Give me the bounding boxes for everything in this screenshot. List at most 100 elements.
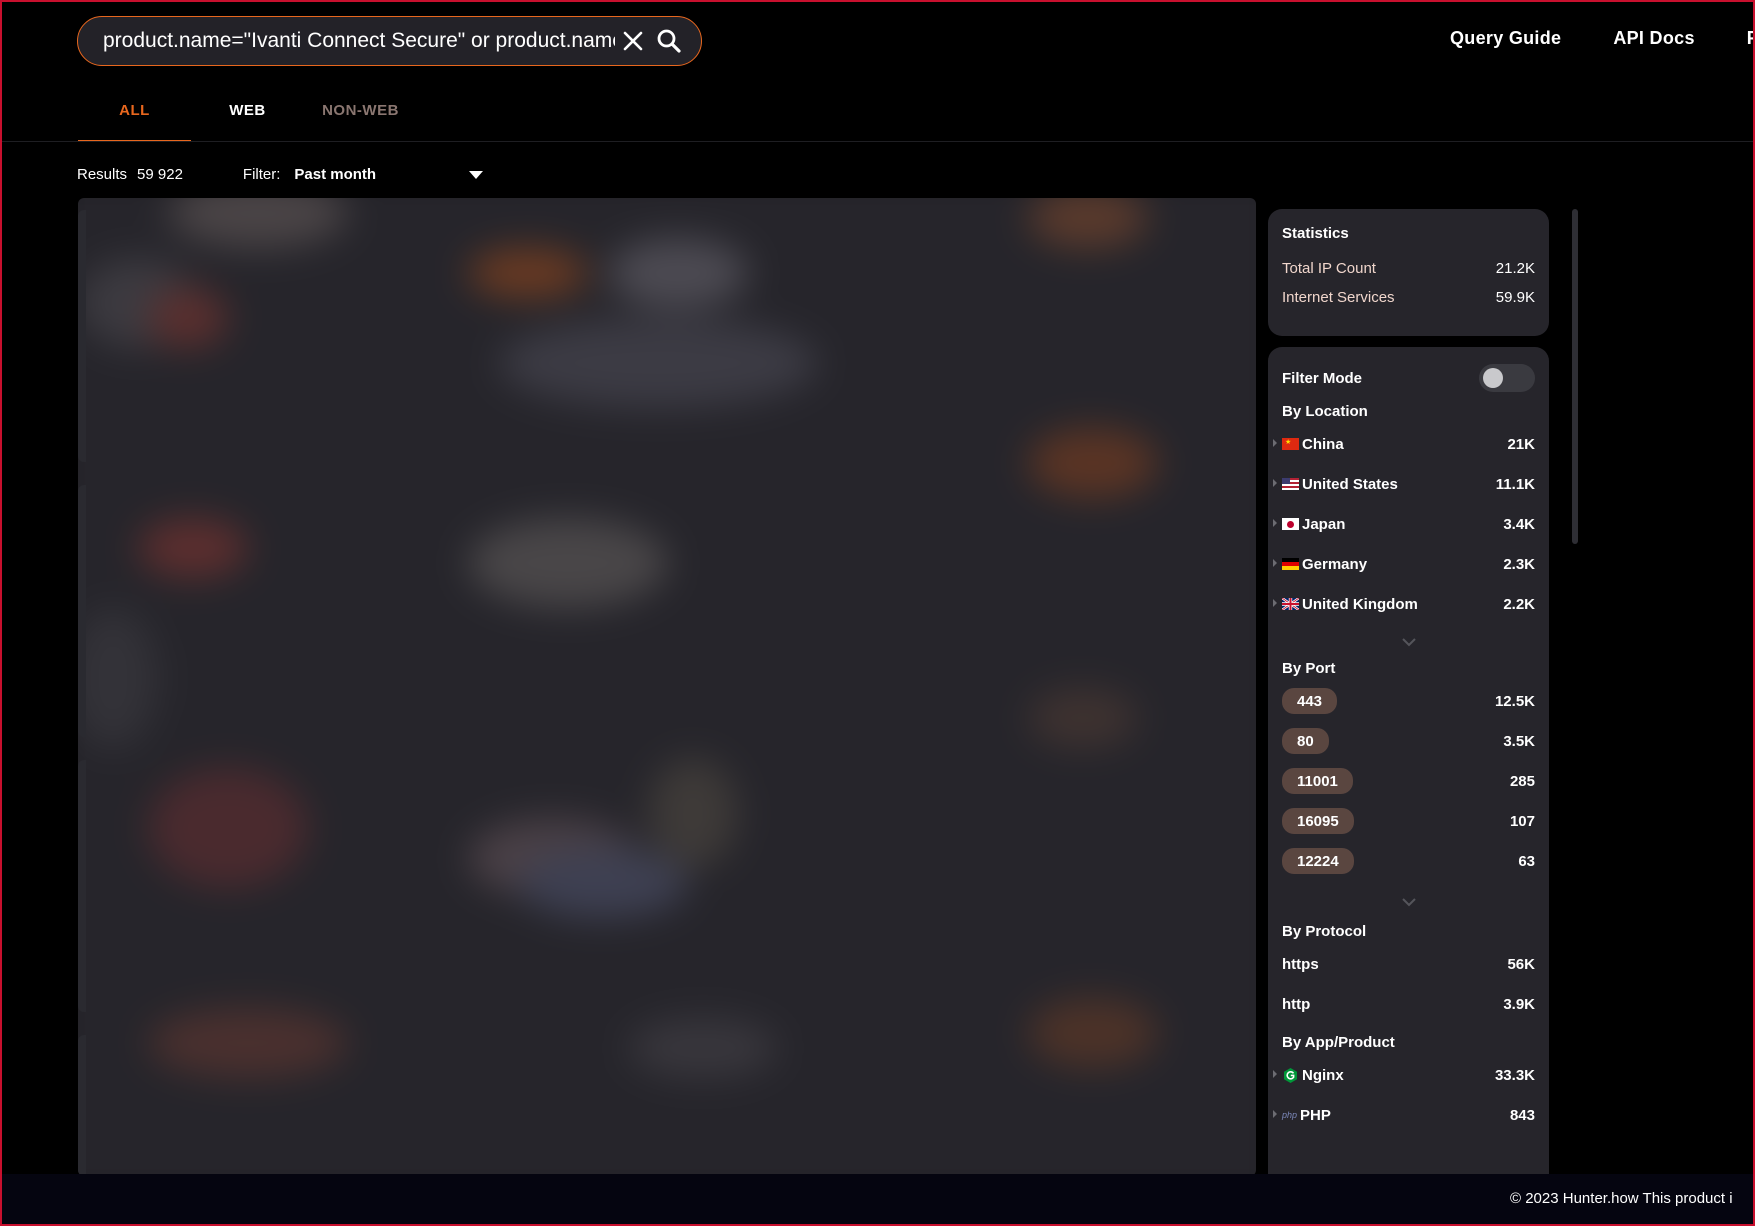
location-name: Japan	[1302, 515, 1346, 533]
port-item[interactable]: 11001 285	[1282, 761, 1535, 801]
port-count: 285	[1509, 772, 1535, 790]
top-nav: Query Guide API Docs F	[1450, 28, 1755, 49]
stat-row: Total IP Count 21.2K	[1282, 260, 1535, 277]
expand-arrow-icon[interactable]	[1273, 559, 1277, 567]
search-icon	[657, 29, 681, 53]
expand-arrow-icon[interactable]	[1273, 439, 1277, 447]
results-list	[78, 198, 1256, 1176]
port-item[interactable]: 12224 63	[1282, 841, 1535, 881]
expand-arrow-icon[interactable]	[1273, 479, 1277, 487]
show-more-locations-button[interactable]	[1282, 624, 1535, 660]
port-item[interactable]: 443 12.5K	[1282, 681, 1535, 721]
location-count: 3.4K	[1503, 515, 1535, 533]
stat-label: Total IP Count	[1282, 260, 1376, 277]
results-count: 59 922	[137, 166, 183, 183]
product-count: 843	[1509, 1106, 1535, 1124]
nav-api-docs[interactable]: API Docs	[1613, 28, 1694, 49]
blurred-results	[78, 198, 1256, 1176]
jp-flag-icon	[1282, 518, 1299, 530]
product-item-nginx[interactable]: Nginx 33.3K	[1273, 1055, 1535, 1095]
toggle-knob	[1483, 368, 1503, 388]
chevron-down-icon	[1401, 898, 1416, 907]
location-name: China	[1302, 435, 1344, 453]
port-count: 12.5K	[1494, 692, 1535, 710]
port-item[interactable]: 80 3.5K	[1282, 721, 1535, 761]
filter-dropdown[interactable]: Past month	[294, 166, 469, 183]
cn-flag-icon: ★	[1282, 438, 1299, 450]
tab-all[interactable]: ALL	[78, 96, 191, 142]
product-name: Nginx	[1302, 1066, 1344, 1084]
footer: © 2023 Hunter.how This product i	[0, 1174, 1755, 1226]
footer-text: © 2023 Hunter.how This product i	[1510, 1190, 1733, 1207]
result-tabs: ALL WEB NON-WEB	[78, 96, 417, 142]
filter-mode-row: Filter Mode	[1282, 363, 1535, 393]
port-chip[interactable]: 12224	[1282, 848, 1354, 874]
protocol-count: 3.9K	[1503, 995, 1535, 1013]
statistics-panel: Statistics Total IP Count 21.2K Internet…	[1268, 209, 1549, 336]
search-input[interactable]	[78, 29, 615, 53]
location-count: 2.2K	[1503, 595, 1535, 613]
port-count: 107	[1509, 812, 1535, 830]
port-count: 63	[1518, 852, 1535, 870]
port-item[interactable]: 16095 107	[1282, 801, 1535, 841]
filter-mode-label: Filter Mode	[1282, 369, 1363, 387]
chevron-down-icon	[1401, 638, 1416, 647]
clear-search-button[interactable]	[615, 23, 651, 59]
location-item-united-states[interactable]: United States 11.1K	[1273, 464, 1535, 504]
protocol-item-http[interactable]: http 3.9K	[1282, 984, 1535, 1024]
protocol-item-https[interactable]: https 56K	[1282, 944, 1535, 984]
close-icon	[623, 31, 643, 51]
gb-flag-icon	[1282, 598, 1299, 610]
nav-more[interactable]: F	[1747, 28, 1755, 49]
nav-query-guide[interactable]: Query Guide	[1450, 28, 1561, 49]
expand-arrow-icon[interactable]	[1273, 599, 1277, 607]
statistics-title: Statistics	[1282, 225, 1349, 242]
location-count: 2.3K	[1503, 555, 1535, 573]
search-button[interactable]	[651, 23, 687, 59]
location-item-united-kingdom[interactable]: United Kingdom 2.2K	[1273, 584, 1535, 624]
port-chip[interactable]: 80	[1282, 728, 1329, 754]
protocol-count: 56K	[1507, 955, 1535, 973]
filter-mode-toggle[interactable]	[1479, 364, 1535, 392]
search-bar	[77, 16, 702, 66]
location-item-china[interactable]: ★ China 21K	[1273, 424, 1535, 464]
php-icon: php	[1282, 1110, 1298, 1120]
stat-row: Internet Services 59.9K	[1282, 289, 1535, 306]
port-chip[interactable]: 443	[1282, 688, 1338, 714]
location-item-japan[interactable]: Japan 3.4K	[1273, 504, 1535, 544]
expand-arrow-icon[interactable]	[1273, 1110, 1277, 1118]
product-count: 33.3K	[1494, 1066, 1535, 1084]
tab-web[interactable]: WEB	[191, 96, 304, 142]
protocol-name: http	[1282, 995, 1311, 1013]
chevron-down-icon[interactable]	[469, 170, 484, 179]
nginx-icon	[1284, 1067, 1297, 1083]
filter-label: Filter:	[242, 166, 281, 183]
expand-arrow-icon[interactable]	[1273, 1070, 1277, 1078]
by-location-title: By Location	[1282, 403, 1368, 420]
location-name: United States	[1302, 475, 1398, 493]
location-name: Germany	[1302, 555, 1368, 573]
location-item-germany[interactable]: Germany 2.3K	[1273, 544, 1535, 584]
stat-value: 21.2K	[1495, 260, 1535, 277]
port-chip[interactable]: 11001	[1282, 768, 1353, 794]
protocol-name: https	[1282, 955, 1319, 973]
product-item-php[interactable]: php PHP 843	[1273, 1095, 1535, 1135]
by-protocol-title: By Protocol	[1282, 923, 1367, 940]
product-name: PHP	[1300, 1106, 1331, 1124]
us-flag-icon	[1282, 478, 1299, 490]
location-count: 21K	[1507, 435, 1535, 453]
by-product-title: By App/Product	[1282, 1034, 1395, 1051]
facets-panel: Filter Mode By Location ★ China 21K Unit…	[1268, 347, 1549, 1177]
tab-non-web[interactable]: NON-WEB	[304, 96, 417, 142]
port-chip[interactable]: 16095	[1282, 808, 1354, 834]
expand-arrow-icon[interactable]	[1273, 519, 1277, 527]
header-divider	[0, 141, 1755, 142]
page-scrollbar[interactable]	[1572, 209, 1578, 544]
location-count: 11.1K	[1495, 475, 1535, 493]
results-label: Results	[77, 166, 128, 183]
show-more-ports-button[interactable]	[1282, 881, 1535, 923]
by-port-title: By Port	[1282, 660, 1336, 677]
stat-value: 59.9K	[1495, 289, 1535, 306]
stat-label: Internet Services	[1282, 289, 1395, 306]
port-count: 3.5K	[1503, 732, 1535, 750]
